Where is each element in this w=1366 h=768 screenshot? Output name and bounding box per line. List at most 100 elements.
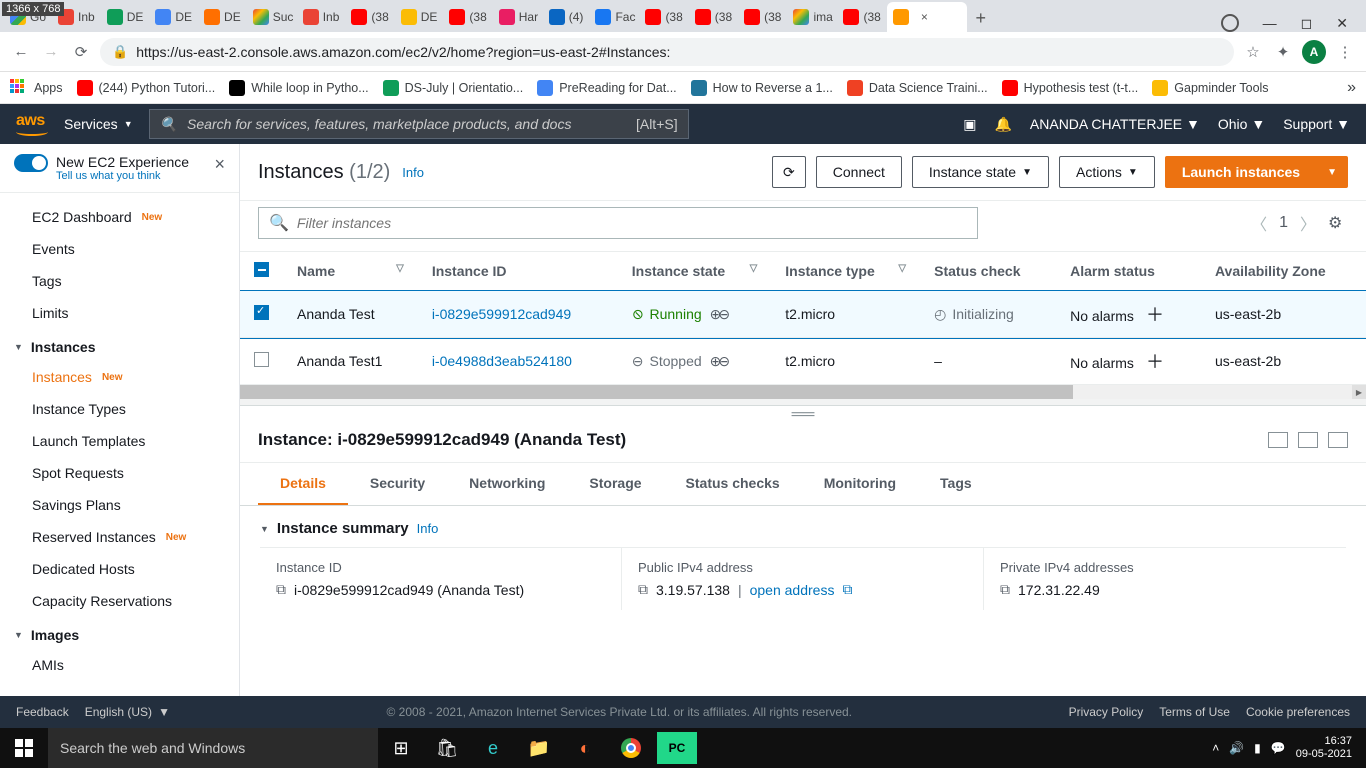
sidebar-item-limits[interactable]: Limits: [0, 297, 239, 329]
apps-bookmark[interactable]: Apps: [10, 79, 63, 97]
language-selector[interactable]: English (US) ▼: [85, 705, 170, 719]
bookmark-item[interactable]: While loop in Pytho...: [229, 80, 368, 96]
section-instance-summary[interactable]: Instance summary Info: [260, 520, 1346, 537]
bookmark-item[interactable]: PreReading for Dat...: [537, 80, 676, 96]
browser-tab[interactable]: DE: [101, 2, 150, 32]
layout-full-icon[interactable]: [1328, 432, 1348, 448]
tab-monitoring[interactable]: Monitoring: [802, 463, 918, 505]
services-menu[interactable]: Services▼: [64, 116, 133, 132]
filter-input-wrap[interactable]: 🔍: [258, 207, 978, 239]
tray-chevron-icon[interactable]: ˄: [1212, 741, 1219, 755]
instance-id-link[interactable]: i-0e4988d3eab524180: [432, 353, 572, 369]
support-menu[interactable]: Support ▼: [1283, 116, 1350, 132]
aws-logo[interactable]: aws: [16, 112, 48, 136]
action-center-icon[interactable]: 💬: [1271, 741, 1286, 755]
taskbar-clock[interactable]: 16:37 09-05-2021: [1296, 735, 1356, 761]
prev-page-icon[interactable]: 〈: [1251, 211, 1267, 235]
browser-tab[interactable]: Inb: [297, 2, 346, 32]
sidebar-item-dedicated-hosts[interactable]: Dedicated Hosts: [0, 553, 239, 585]
menu-icon[interactable]: ⋮: [1334, 43, 1356, 61]
feedback-link[interactable]: Feedback: [16, 705, 69, 719]
cloudshell-icon[interactable]: ▣: [963, 116, 976, 133]
sidebar-item-events[interactable]: Events: [0, 233, 239, 265]
feedback-link[interactable]: Tell us what you think: [56, 170, 206, 182]
minimize-icon[interactable]: —: [1263, 15, 1277, 31]
new-tab-button[interactable]: +: [967, 4, 995, 32]
zoom-icons[interactable]: ⊕⊖: [710, 353, 727, 369]
col-instance-id[interactable]: Instance ID: [418, 252, 618, 291]
store-icon[interactable]: 🛍: [424, 728, 470, 768]
browser-tab[interactable]: (38: [738, 2, 787, 32]
horizontal-scrollbar[interactable]: ▶: [240, 385, 1366, 399]
region-menu[interactable]: Ohio ▼: [1218, 116, 1265, 132]
edge-icon[interactable]: e: [470, 728, 516, 768]
bookmark-item[interactable]: (244) Python Tutori...: [77, 80, 216, 96]
panel-drag-handle[interactable]: ══: [240, 406, 1366, 424]
browser-tab[interactable]: (38: [689, 2, 738, 32]
layout-side-icon[interactable]: [1298, 432, 1318, 448]
account-switcher-icon[interactable]: [1221, 14, 1239, 32]
sidebar-item-capacity-reservations[interactable]: Capacity Reservations: [0, 585, 239, 617]
tab-security[interactable]: Security: [348, 463, 447, 505]
col-alarm[interactable]: Alarm status: [1056, 252, 1201, 291]
bookmarks-overflow-icon[interactable]: »: [1347, 79, 1356, 97]
actions-button[interactable]: Actions▼: [1059, 156, 1155, 188]
col-type[interactable]: Instance type▽: [771, 252, 920, 291]
add-alarm-icon[interactable]: ＋: [1146, 352, 1164, 372]
battery-icon[interactable]: ▮: [1254, 741, 1261, 755]
maximize-icon[interactable]: ◻: [1301, 15, 1313, 32]
bookmark-item[interactable]: Hypothesis test (t-t...: [1002, 80, 1139, 96]
url-input[interactable]: 🔒 https://us-east-2.console.aws.amazon.c…: [100, 38, 1234, 66]
open-address-link[interactable]: open address: [750, 582, 835, 598]
browser-tab[interactable]: Suc: [247, 2, 297, 32]
task-view-icon[interactable]: ⊞: [378, 728, 424, 768]
copy-icon[interactable]: ⧉: [276, 581, 286, 598]
taskbar-search[interactable]: Search the web and Windows: [48, 728, 378, 768]
layout-bottom-icon[interactable]: [1268, 432, 1288, 448]
bookmark-item[interactable]: How to Reverse a 1...: [691, 80, 833, 96]
sidebar-item-instances[interactable]: InstancesNew: [0, 361, 239, 393]
aws-search-input[interactable]: 🔍 Search for services, features, marketp…: [149, 109, 689, 139]
star-icon[interactable]: ☆: [1242, 43, 1264, 61]
sidebar-group-images[interactable]: Images: [0, 617, 239, 649]
close-icon[interactable]: ×: [921, 10, 928, 24]
copy-icon[interactable]: ⧉: [638, 581, 648, 598]
cookie-link[interactable]: Cookie preferences: [1246, 705, 1350, 719]
table-row[interactable]: Ananda Test1i-0e4988d3eab524180Stopped⊕⊖…: [240, 338, 1366, 385]
sidebar-item-savings-plans[interactable]: Savings Plans: [0, 489, 239, 521]
browser-tab[interactable]: DE: [395, 2, 444, 32]
close-icon[interactable]: ×: [214, 154, 225, 175]
browser-tab[interactable]: (38: [837, 2, 886, 32]
reload-icon[interactable]: ⟳: [70, 43, 92, 61]
browser-tab[interactable]: Fac: [589, 2, 639, 32]
browser-tab[interactable]: DE: [198, 2, 247, 32]
row-checkbox[interactable]: [254, 352, 269, 367]
browser-tab[interactable]: (38: [443, 2, 492, 32]
browser-tab[interactable]: Har: [493, 2, 543, 32]
col-state[interactable]: Instance state▽: [618, 252, 772, 291]
browser-tab[interactable]: (4): [543, 2, 590, 32]
bookmark-item[interactable]: Gapminder Tools: [1152, 80, 1268, 96]
launch-instances-dropdown[interactable]: ▼: [1317, 156, 1348, 188]
tab-storage[interactable]: Storage: [567, 463, 663, 505]
profile-avatar[interactable]: A: [1302, 40, 1326, 64]
sidebar-item-dashboard[interactable]: EC2 DashboardNew: [0, 201, 239, 233]
zoom-icons[interactable]: ⊕⊖: [710, 306, 727, 322]
bookmark-item[interactable]: Data Science Traini...: [847, 80, 988, 96]
refresh-button[interactable]: ⟳: [772, 156, 806, 188]
terms-link[interactable]: Terms of Use: [1159, 705, 1230, 719]
bookmark-item[interactable]: DS-July | Orientatio...: [383, 80, 524, 96]
copy-icon[interactable]: ⧉: [1000, 581, 1010, 598]
sidebar-item-tags[interactable]: Tags: [0, 265, 239, 297]
tab-status-checks[interactable]: Status checks: [664, 463, 802, 505]
select-all-checkbox[interactable]: [254, 262, 269, 277]
privacy-link[interactable]: Privacy Policy: [1069, 705, 1144, 719]
instance-state-button[interactable]: Instance state▼: [912, 156, 1049, 188]
volume-icon[interactable]: 🔊: [1229, 741, 1244, 755]
col-name[interactable]: Name▽: [283, 252, 418, 291]
start-button[interactable]: [0, 728, 48, 768]
chrome-icon[interactable]: [608, 728, 654, 768]
launch-instances-button[interactable]: Launch instances: [1165, 156, 1317, 188]
info-link[interactable]: Info: [417, 521, 439, 536]
browser-tab[interactable]: (38: [639, 2, 688, 32]
